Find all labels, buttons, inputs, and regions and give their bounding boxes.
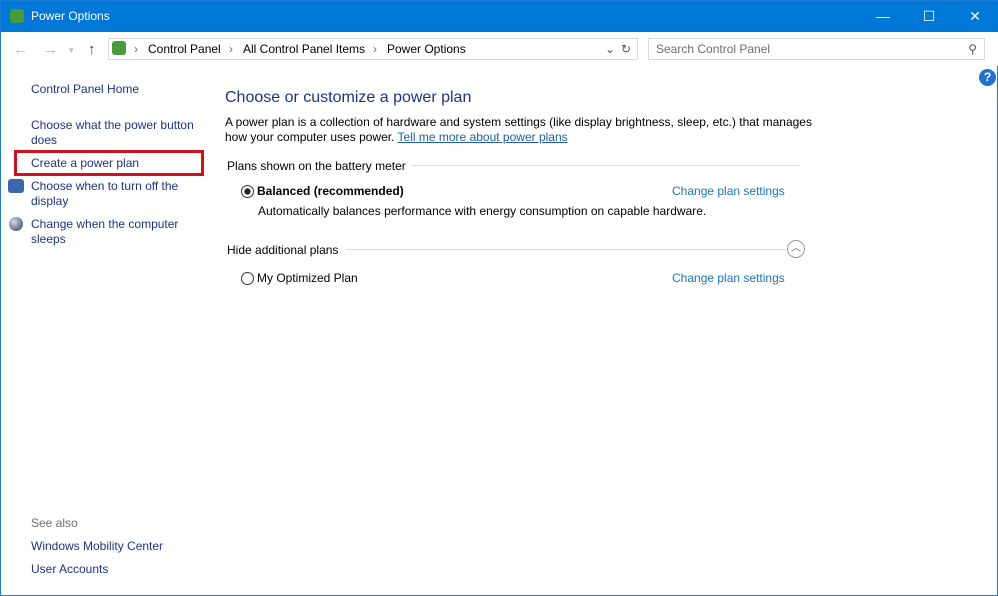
sidebar-power-button[interactable]: Choose what the power button does bbox=[31, 118, 206, 148]
title-bar: Power Options — ☐ ✕ bbox=[1, 1, 998, 32]
address-bar[interactable]: › Control Panel › All Control Panel Item… bbox=[108, 38, 638, 60]
search-box[interactable]: Search Control Panel ⚲ bbox=[648, 38, 985, 60]
balanced-change-settings-link[interactable]: Change plan settings bbox=[672, 184, 785, 198]
sidebar-create-power-plan[interactable]: Create a power plan bbox=[31, 156, 139, 171]
breadcrumb-all-items[interactable]: All Control Panel Items bbox=[243, 42, 365, 56]
battery-section-label: Plans shown on the battery meter bbox=[227, 159, 406, 173]
sidebar-computer-sleeps[interactable]: Change when the computer sleeps bbox=[31, 217, 191, 247]
display-clock-icon bbox=[8, 179, 24, 193]
windows-mobility-center-link[interactable]: Windows Mobility Center bbox=[31, 539, 163, 554]
breadcrumb-control-panel[interactable]: Control Panel bbox=[148, 42, 221, 56]
hide-plans-label[interactable]: Hide additional plans bbox=[227, 243, 338, 257]
learn-more-link[interactable]: Tell me more about power plans bbox=[398, 130, 568, 144]
user-accounts-link[interactable]: User Accounts bbox=[31, 562, 108, 577]
recent-chevron-icon[interactable]: ▾ bbox=[69, 45, 74, 56]
search-input[interactable]: Search Control Panel bbox=[656, 42, 770, 56]
help-icon[interactable]: ? bbox=[979, 69, 996, 86]
maximize-button[interactable]: ☐ bbox=[906, 1, 952, 32]
sidebar-control-panel-home[interactable]: Control Panel Home bbox=[31, 82, 139, 97]
forward-icon[interactable]: → bbox=[43, 41, 58, 58]
breadcrumb-power-options[interactable]: Power Options bbox=[387, 42, 466, 56]
control-panel-icon bbox=[112, 41, 126, 55]
moon-sleep-icon bbox=[9, 217, 23, 231]
window-title: Power Options bbox=[31, 9, 110, 23]
refresh-icon[interactable]: ↻ bbox=[621, 42, 631, 56]
minimize-button[interactable]: — bbox=[860, 1, 906, 32]
close-button[interactable]: ✕ bbox=[952, 1, 998, 32]
search-icon: ⚲ bbox=[968, 42, 977, 56]
sidebar-turn-off-display[interactable]: Choose when to turn off the display bbox=[31, 179, 191, 209]
my-optimized-radio[interactable] bbox=[241, 272, 254, 285]
power-options-icon bbox=[10, 9, 24, 23]
page-title: Choose or customize a power plan bbox=[225, 89, 471, 107]
balanced-plan-desc: Automatically balances performance with … bbox=[258, 204, 706, 218]
my-optimized-change-settings-link[interactable]: Change plan settings bbox=[672, 271, 785, 285]
collapse-chevron-icon[interactable]: ︿ bbox=[787, 240, 805, 258]
up-icon[interactable]: ↑ bbox=[88, 41, 96, 58]
divider bbox=[411, 165, 801, 166]
dropdown-chevron-icon[interactable]: ⌄ bbox=[605, 42, 615, 56]
balanced-plan-name[interactable]: Balanced (recommended) bbox=[257, 184, 404, 198]
see-also-label: See also bbox=[31, 516, 78, 530]
balanced-radio[interactable] bbox=[241, 185, 254, 198]
my-optimized-plan-name[interactable]: My Optimized Plan bbox=[257, 271, 358, 285]
divider bbox=[346, 249, 786, 250]
back-icon[interactable]: ← bbox=[13, 41, 28, 58]
